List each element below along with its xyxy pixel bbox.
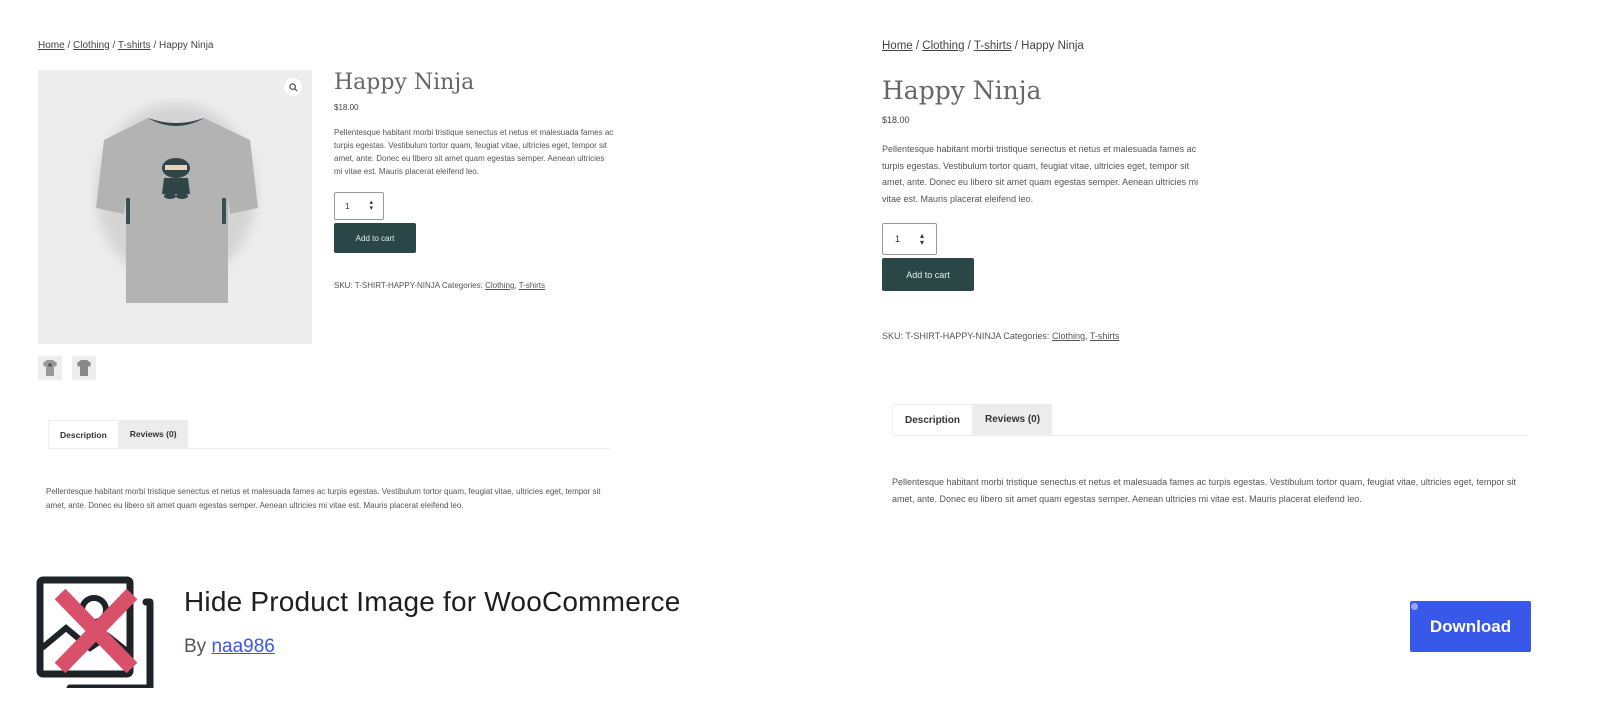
sku-value: T-SHIRT-HAPPY-NINJA — [354, 281, 440, 290]
breadcrumb: Home / Clothing / T-shirts / Happy Ninja — [38, 40, 214, 51]
breadcrumb-current: Happy Ninja — [1021, 40, 1084, 52]
download-button[interactable]: Download — [1410, 601, 1531, 652]
tab-description[interactable]: Description — [48, 420, 119, 448]
plugin-author-line: By naa986 — [184, 636, 275, 658]
product-meta: SKU: T-SHIRT-HAPPY-NINJA Categories: Clo… — [334, 281, 545, 290]
gallery-zoom-button[interactable] — [284, 78, 302, 96]
sku-label: SKU: — [334, 281, 353, 290]
tab-reviews[interactable]: Reviews (0) — [973, 404, 1053, 435]
product-tabs: Description Reviews (0) Pellentesque hab… — [892, 404, 1528, 507]
sku-label: SKU: — [882, 331, 904, 341]
product-title: Happy Ninja — [882, 76, 1042, 105]
product-price: $18.00 — [882, 115, 910, 125]
tshirt-thumbnail-icon — [43, 360, 57, 376]
breadcrumb-tshirts[interactable]: T-shirts — [974, 40, 1012, 52]
product-summary: Happy Ninja $18.00 Pellentesque habitant… — [882, 76, 1202, 341]
categories-label: Categories: — [1003, 331, 1050, 341]
breadcrumb-tshirts[interactable]: T-shirts — [118, 40, 151, 51]
breadcrumb-current: Happy Ninja — [159, 40, 214, 51]
tab-reviews[interactable]: Reviews (0) — [118, 420, 188, 448]
breadcrumb-home[interactable]: Home — [38, 40, 65, 51]
product-meta: SKU: T-SHIRT-HAPPY-NINJA Categories: Clo… — [882, 331, 1120, 341]
description-panel-text: Pellentesque habitant morbi tristique se… — [892, 477, 1516, 504]
spinner-arrows-icon[interactable]: ▴ ▾ — [920, 232, 924, 247]
screenshot-with-image: Home / Clothing / T-shirts / Happy Ninja — [38, 40, 618, 530]
magnifier-icon — [288, 82, 298, 92]
tshirt-thumbnail-icon — [77, 360, 91, 376]
screenshot-image-hidden: Home / Clothing / T-shirts / Happy Ninja… — [882, 40, 1542, 530]
categories-label: Categories: — [441, 281, 483, 290]
breadcrumb: Home / Clothing / T-shirts / Happy Ninja — [882, 40, 1084, 52]
product-short-description: Pellentesque habitant morbi tristique se… — [882, 144, 1199, 204]
product-title: Happy Ninja — [334, 70, 475, 95]
description-panel-text: Pellentesque habitant morbi tristique se… — [46, 487, 601, 510]
hidden-image-icon — [36, 576, 154, 688]
author-link[interactable]: naa986 — [211, 636, 274, 657]
gallery-thumbnail[interactable] — [38, 356, 62, 380]
category-link-tshirts[interactable]: T-shirts — [1090, 331, 1120, 341]
product-tabs: Description Reviews (0) Pellentesque hab… — [46, 420, 610, 513]
product-price: $18.00 — [334, 103, 359, 112]
plugin-title: Hide Product Image for WooCommerce — [184, 586, 681, 617]
breadcrumb-clothing[interactable]: Clothing — [922, 40, 964, 52]
tab-description[interactable]: Description — [892, 404, 974, 435]
product-gallery[interactable] — [38, 70, 312, 344]
focus-dot — [1411, 603, 1418, 610]
by-label: By — [184, 636, 207, 657]
category-link-clothing[interactable]: Clothing — [1052, 331, 1085, 341]
add-to-cart-button[interactable]: Add to cart — [334, 223, 416, 253]
quantity-stepper[interactable]: 1 ▴ ▾ — [882, 223, 937, 255]
add-to-cart-button[interactable]: Add to cart — [882, 258, 974, 291]
gallery-thumbnails — [38, 356, 96, 380]
category-link-tshirts[interactable]: T-shirts — [519, 281, 545, 290]
breadcrumb-home[interactable]: Home — [882, 40, 913, 52]
download-button-label: Download — [1429, 616, 1512, 636]
gallery-thumbnail[interactable] — [72, 356, 96, 380]
tshirt-product-image — [96, 103, 258, 303]
spinner-arrows-icon[interactable]: ▴ ▾ — [369, 199, 373, 212]
product-summary: Happy Ninja $18.00 Pellentesque habitant… — [334, 70, 614, 290]
quantity-value: 1 — [895, 234, 901, 244]
quantity-stepper[interactable]: 1 ▴ ▾ — [334, 192, 384, 220]
breadcrumb-clothing[interactable]: Clothing — [73, 40, 110, 51]
sku-value: T-SHIRT-HAPPY-NINJA — [905, 331, 1001, 341]
quantity-value: 1 — [345, 201, 350, 211]
category-link-clothing[interactable]: Clothing — [485, 281, 514, 290]
product-short-description: Pellentesque habitant morbi tristique se… — [334, 128, 614, 176]
plugin-header: Hide Product Image for WooCommerce By na… — [0, 560, 1600, 706]
